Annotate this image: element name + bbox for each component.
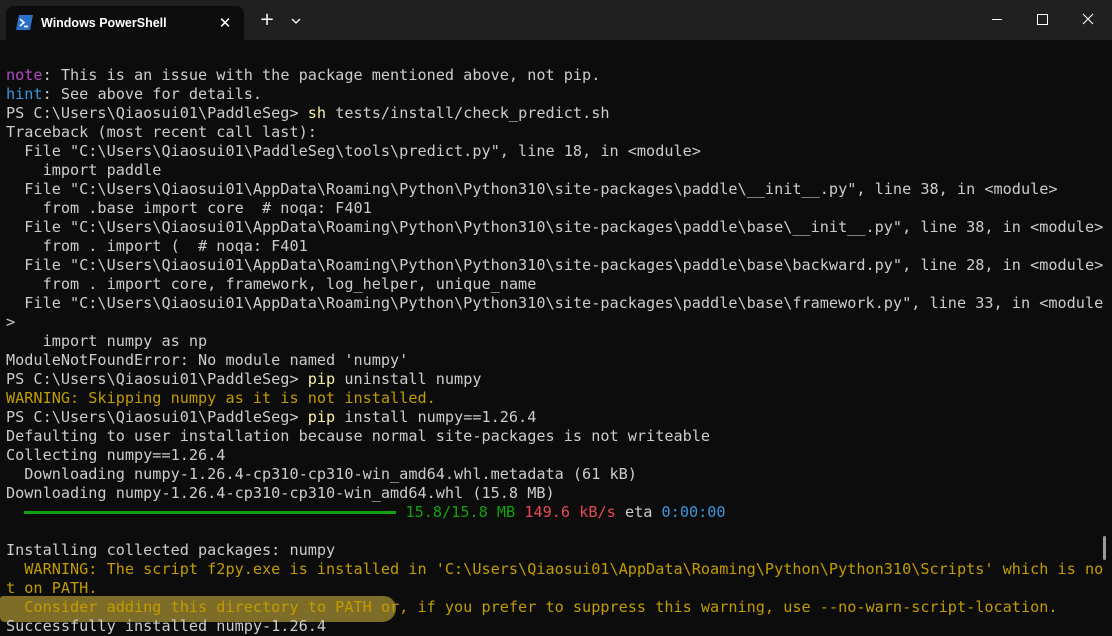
traceback-line: import numpy as np <box>6 332 208 350</box>
command-line: PS C:\Users\Qiaosui01\PaddleSeg> pip ins… <box>6 408 1106 427</box>
warning-line: WARNING: The script f2py.exe is installe… <box>6 560 1104 578</box>
close-window-button[interactable] <box>1065 6 1111 34</box>
command-args: tests/install/check_predict.sh <box>326 104 610 122</box>
success-line: Successfully installed numpy-1.26.4 <box>6 617 327 635</box>
new-tab-button[interactable]: + <box>258 11 276 29</box>
download-size: 15.8/15.8 MB <box>405 503 516 521</box>
traceback-line: from . import ( # noqa: F401 <box>6 237 308 255</box>
command-args: uninstall numpy <box>335 370 482 388</box>
prompt: PS C:\Users\Qiaosui01\PaddleSeg> <box>6 408 308 426</box>
minimize-button[interactable] <box>974 6 1020 34</box>
output-line: Installing collected packages: numpy <box>6 541 336 559</box>
prompt: PS C:\Users\Qiaosui01\PaddleSeg> <box>6 370 308 388</box>
hint-line: hint: See above for details. <box>6 85 1106 104</box>
chevron-down-icon[interactable] <box>287 13 305 29</box>
warning-line: Consider adding this directory to PATH o… <box>6 598 1058 616</box>
note-line: note: This is an issue with the package … <box>6 66 1106 85</box>
scrollbar-thumb[interactable] <box>1103 536 1106 560</box>
progress-line: 15.8/15.8 MB 149.6 kB/s eta 0:00:00 <box>6 503 1106 522</box>
tab-title: Windows PowerShell <box>41 16 167 30</box>
command-keyword: pip <box>307 370 336 388</box>
tab-close-button[interactable]: ✕ <box>216 14 234 32</box>
traceback-line: Traceback (most recent call last): <box>6 123 317 141</box>
traceback-line: File "C:\Users\Qiaosui01\PaddleSeg\tools… <box>6 142 701 160</box>
command-keyword: pip <box>307 408 336 426</box>
maximize-button[interactable] <box>1019 6 1065 34</box>
traceback-line: import paddle <box>6 161 162 179</box>
traceback-line: from .base import core # noqa: F401 <box>6 199 372 217</box>
tab-windows-powershell[interactable]: Windows PowerShell ✕ <box>6 6 244 40</box>
traceback-line: File "C:\Users\Qiaosui01\AppData\Roaming… <box>6 256 1104 274</box>
error-line: ModuleNotFoundError: No module named 'nu… <box>6 351 409 369</box>
warning-line: WARNING: Skipping numpy as it is not ins… <box>6 389 436 407</box>
eta-value: 0:00:00 <box>661 503 726 521</box>
traceback-line: > <box>6 313 16 331</box>
eta-label: eta <box>624 503 653 521</box>
warning-line: t on PATH. <box>6 579 98 597</box>
title-bar: Windows PowerShell ✕ + <box>0 0 1112 40</box>
traceback-line: File "C:\Users\Qiaosui01\AppData\Roaming… <box>6 218 1104 236</box>
note-text: : This is an issue with the package ment… <box>42 66 601 84</box>
traceback-line: from . import core, framework, log_helpe… <box>6 275 537 293</box>
note-label: note <box>6 66 43 84</box>
prompt: PS C:\Users\Qiaosui01\PaddleSeg> <box>6 104 308 122</box>
progress-bar <box>24 503 397 522</box>
output-line: Collecting numpy==1.26.4 <box>6 446 226 464</box>
terminal-output[interactable]: note: This is an issue with the package … <box>6 66 1106 636</box>
traceback-line: File "C:\Users\Qiaosui01\AppData\Roaming… <box>6 294 1104 312</box>
command-keyword: sh <box>307 104 327 122</box>
traceback-line: File "C:\Users\Qiaosui01\AppData\Roaming… <box>6 180 1058 198</box>
hint-text: : See above for details. <box>42 85 263 103</box>
output-line: Downloading numpy-1.26.4-cp310-cp310-win… <box>6 465 637 483</box>
output-line: Downloading numpy-1.26.4-cp310-cp310-win… <box>6 484 555 502</box>
command-line: PS C:\Users\Qiaosui01\PaddleSeg> pip uni… <box>6 370 1106 389</box>
command-args: install numpy==1.26.4 <box>335 408 537 426</box>
progress-bar-fill <box>24 511 397 514</box>
command-line: PS C:\Users\Qiaosui01\PaddleSeg> sh test… <box>6 104 1106 123</box>
hint-label: hint <box>6 85 43 103</box>
output-line: Defaulting to user installation because … <box>6 427 711 445</box>
download-speed: 149.6 kB/s <box>524 503 616 521</box>
powershell-icon <box>16 15 33 30</box>
